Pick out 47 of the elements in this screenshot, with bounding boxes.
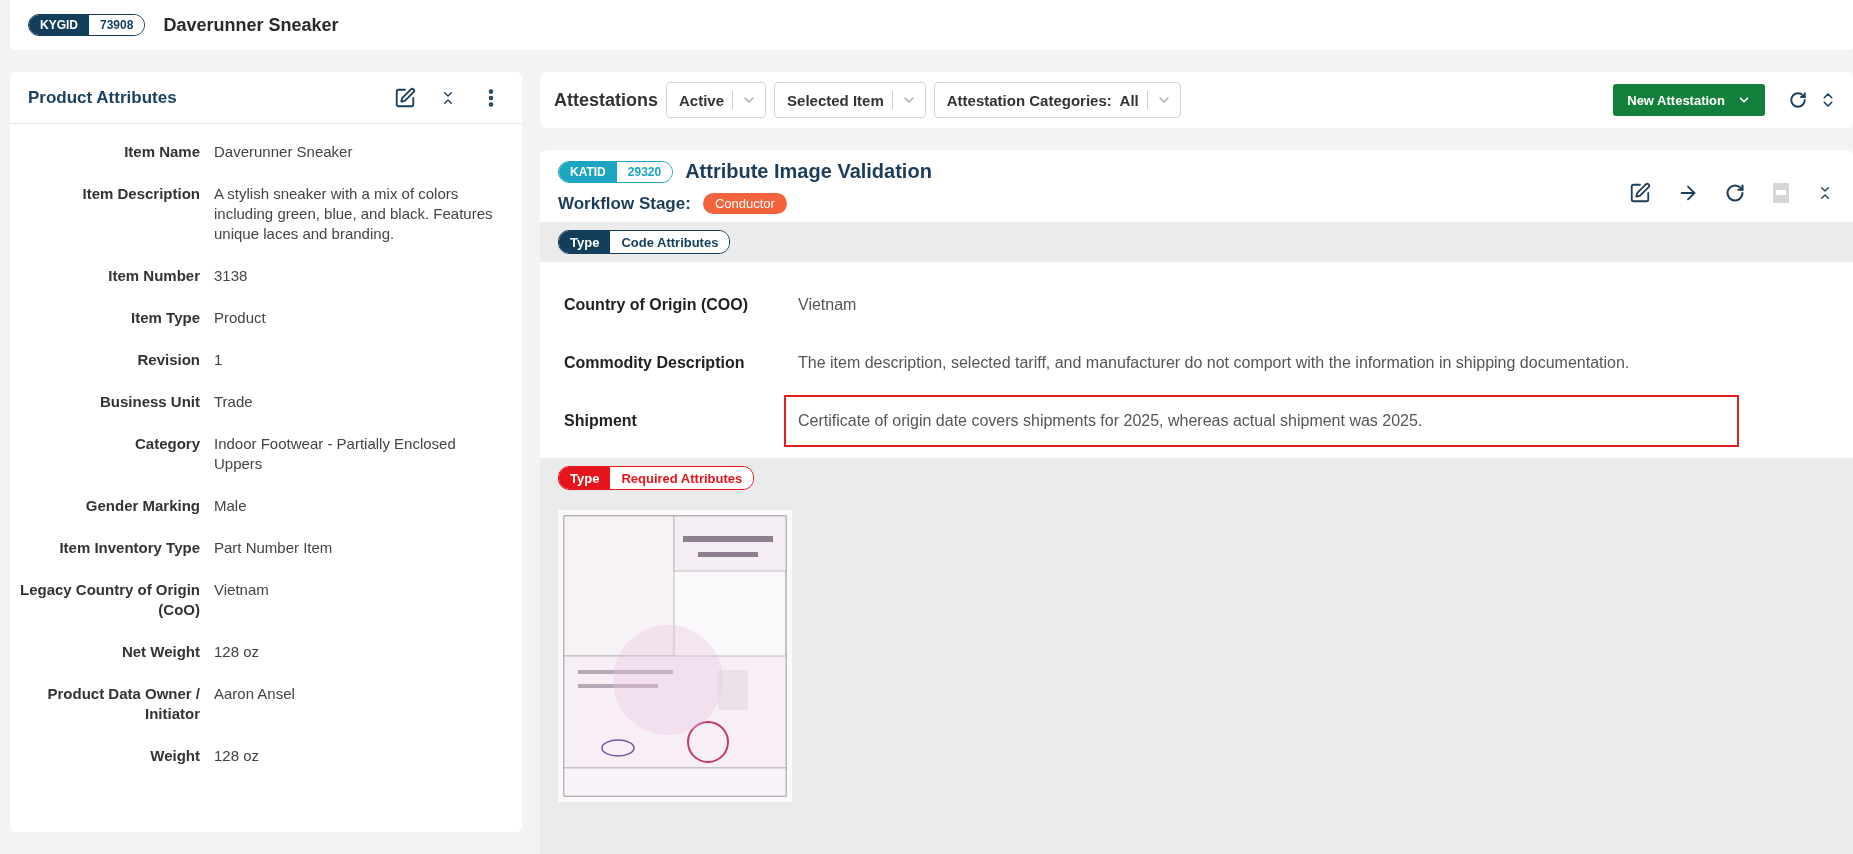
type-tag: Type Code Attributes — [558, 230, 731, 254]
attribute-label: Business Unit — [98, 392, 200, 412]
id-badge: KYGID 73908 — [28, 14, 146, 36]
attribute-label: Gender Marking — [84, 496, 200, 516]
attribute-value: Trade — [214, 392, 254, 412]
type-tag: Type Required Attributes — [558, 466, 755, 490]
attribute-value: Part Number Item — [214, 538, 334, 558]
attribute-label: Revision — [136, 350, 200, 370]
toolbar-title: Attestations — [554, 89, 658, 111]
attribute-label: Product Data Owner / Initiator — [46, 684, 200, 724]
field-label: Commodity Description — [564, 354, 746, 372]
field-value: Certificate of origin date covers shipments for 2025, whereas actual shipment was 2025. — [784, 395, 1739, 447]
attestation-title: Attribute Image Validation — [685, 160, 932, 183]
filter-dropdown[interactable]: Attestation Categories: All — [933, 82, 1181, 118]
attribute-label: Category — [133, 434, 200, 454]
refresh-icon[interactable] — [1787, 89, 1809, 111]
attribute-label: Item Type — [130, 308, 200, 328]
filter-dropdown[interactable]: Selected Item — [774, 82, 926, 118]
filter-dropdown[interactable]: Active — [666, 82, 767, 118]
id-badge: KATID 29320 — [558, 160, 674, 183]
field-label: Country of Origin (COO) — [564, 296, 749, 314]
attribute-value: 128 oz — [214, 746, 261, 766]
field-value: The item description, selected tariff, and manufacturer do not comport with the information in shipping documentation. — [797, 353, 1631, 373]
new-attestation-button[interactable]: New Attestation — [1613, 84, 1765, 116]
field-label: Shipment — [564, 412, 638, 430]
attribute-value: 3138 — [214, 266, 249, 286]
attribute-value: A stylish sneaker with a mix of colors including green, blue, and black. Features unique laces and branding. — [214, 184, 494, 244]
attribute-label: Item Number — [107, 266, 200, 286]
stage-label: Workflow Stage: — [558, 193, 691, 214]
field-value: Vietnam — [797, 295, 858, 315]
stage-badge: Conductor — [702, 193, 787, 214]
attribute-label: Item Name — [123, 142, 200, 162]
attribute-value: 128 oz — [214, 642, 261, 662]
attribute-value: 1 — [214, 350, 224, 370]
attribute-value: Aaron Ansel — [214, 684, 296, 704]
attribute-label: Net Weight — [120, 642, 200, 662]
attribute-label: Item Inventory Type — [58, 538, 200, 558]
attribute-label: Item Description — [81, 184, 200, 204]
attribute-label: Legacy Country of Origin (CoO) — [19, 580, 200, 620]
attribute-value: Product — [214, 308, 267, 328]
attribute-value: Indoor Footwear - Partially Enclosed Uppers — [214, 434, 457, 474]
attribute-value: Vietnam — [214, 580, 270, 600]
page-title: Daverunner Sneaker — [163, 14, 339, 36]
attribute-label: Weight — [149, 746, 200, 766]
attribute-value: Daverunner Sneaker — [214, 142, 354, 162]
attribute-value: Male — [214, 496, 248, 516]
panel-title: Product Attributes — [28, 87, 178, 108]
